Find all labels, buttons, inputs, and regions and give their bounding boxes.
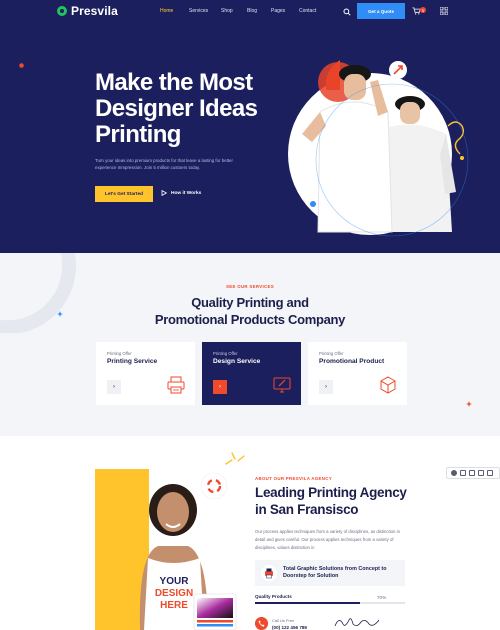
about-description: Our process applies techniques from a va… xyxy=(255,529,400,550)
service-card-promotional[interactable]: Printing Offer Promotional Product › xyxy=(308,342,407,405)
get-started-button[interactable]: Let's Get Started xyxy=(95,186,153,202)
call-label: Call Us Free xyxy=(272,618,295,623)
service-card-printing[interactable]: Printing Offer Printing Service › xyxy=(96,342,195,405)
get-a-quote-button[interactable]: Get a Quote xyxy=(357,3,405,19)
toolbar-page-icon[interactable] xyxy=(469,470,475,476)
services-eyebrow: SEE OUR SERVICES xyxy=(226,284,274,289)
progress-value: 70% xyxy=(377,595,387,600)
about-model-image: YOUR DESIGN HERE xyxy=(139,472,237,630)
toolbar-layout-icon[interactable] xyxy=(460,470,466,476)
phone-icon[interactable] xyxy=(255,617,268,630)
service-card-design[interactable]: Printing Offer Design Service › xyxy=(202,342,301,405)
card-title: Design Service xyxy=(213,358,261,365)
toolbar-settings-icon[interactable] xyxy=(451,470,457,476)
shirt-text-line-3: HERE xyxy=(160,600,188,611)
printer-feature-icon xyxy=(261,565,277,581)
nav-link-shop[interactable]: Shop xyxy=(221,8,247,14)
floating-side-toolbar[interactable] xyxy=(446,467,500,479)
card-arrow-button[interactable]: › xyxy=(107,380,121,394)
about-heading: Leading Printing Agency in San Fransisco xyxy=(255,485,425,518)
brand-logo[interactable]: Presvila xyxy=(57,4,118,18)
decor-sparkle-icon xyxy=(19,63,24,68)
signature-image xyxy=(334,618,380,627)
card-eyebrow: Printing Offer xyxy=(319,351,344,356)
services-heading: Quality Printing and Promotional Product… xyxy=(0,295,500,328)
nav-link-pages[interactable]: Pages xyxy=(271,8,299,14)
hero-headline-line-3: Printing xyxy=(95,121,181,148)
services-heading-line-2: Promotional Products Company xyxy=(154,311,346,327)
hero-section: Presvila Home Services Shop Blog Pages C… xyxy=(0,0,500,253)
logo-mark-icon xyxy=(57,6,67,16)
monitor-design-icon xyxy=(273,377,291,393)
hero-models-image xyxy=(302,60,469,237)
card-eyebrow: Printing Offer xyxy=(107,351,132,356)
about-section: YOUR DESIGN HERE ABOUT OUR PRESVILA AGEN… xyxy=(0,436,500,630)
hero-description: Turn your ideas into premium products fo… xyxy=(95,158,233,170)
play-icon xyxy=(161,190,167,196)
about-eyebrow: ABOUT OUR PRESVILA AGENCY xyxy=(255,476,332,481)
card-eyebrow: Printing Offer xyxy=(213,351,238,356)
brand-name: Presvila xyxy=(71,4,118,18)
grid-menu-icon[interactable] xyxy=(440,7,448,15)
hero-headline-line-1: Make the Most xyxy=(95,69,253,96)
progress-bar-track xyxy=(255,602,405,604)
top-navbar: Presvila Home Services Shop Blog Pages C… xyxy=(0,0,500,24)
card-arrow-button[interactable]: › xyxy=(213,380,227,394)
progress-label: Quality Products xyxy=(255,594,292,599)
feature-text: Total Graphic Solutions from Concept to … xyxy=(283,566,387,580)
shirt-text-line-2: DESIGN xyxy=(155,588,193,599)
nav-link-services[interactable]: Services xyxy=(189,8,221,14)
card-title: Printing Service xyxy=(107,358,158,365)
toolbar-grid-icon[interactable] xyxy=(478,470,484,476)
call-number[interactable]: (00) 122 456 789 xyxy=(272,625,307,630)
nav-link-contact[interactable]: Contact xyxy=(299,8,329,14)
about-heading-line-2: in San Fransisco xyxy=(255,501,359,517)
package-icon xyxy=(380,376,396,394)
shirt-text-line-1: YOUR xyxy=(160,576,190,587)
main-menu: Home Services Shop Blog Pages Contact xyxy=(160,8,329,14)
nav-link-blog[interactable]: Blog xyxy=(247,8,271,14)
card-arrow-button[interactable]: › xyxy=(319,380,333,394)
about-heading-line-1: Leading Printing Agency xyxy=(255,485,407,500)
services-heading-line-1: Quality Printing and xyxy=(191,295,309,310)
nav-link-home[interactable]: Home xyxy=(160,8,189,14)
card-title: Promotional Product xyxy=(319,358,385,365)
printer-icon xyxy=(167,376,185,394)
toolbar-cart-icon[interactable] xyxy=(487,470,493,476)
progress-bar-fill xyxy=(255,602,360,604)
cart-count-badge: 0 xyxy=(420,7,426,13)
search-icon[interactable] xyxy=(343,8,351,16)
hero-headline-line-2: Designer Ideas xyxy=(95,95,258,122)
decor-star-red-icon xyxy=(466,401,472,407)
services-section: SEE OUR SERVICES Quality Printing and Pr… xyxy=(0,253,500,436)
how-it-works-link[interactable]: How it Works xyxy=(161,190,201,196)
feature-highlight: Total Graphic Solutions from Concept to … xyxy=(255,560,405,586)
how-it-works-label: How it Works xyxy=(171,190,202,196)
decor-rays-icon xyxy=(225,452,245,465)
hero-headline: Make the Most Designer Ideas Printing xyxy=(95,70,295,148)
